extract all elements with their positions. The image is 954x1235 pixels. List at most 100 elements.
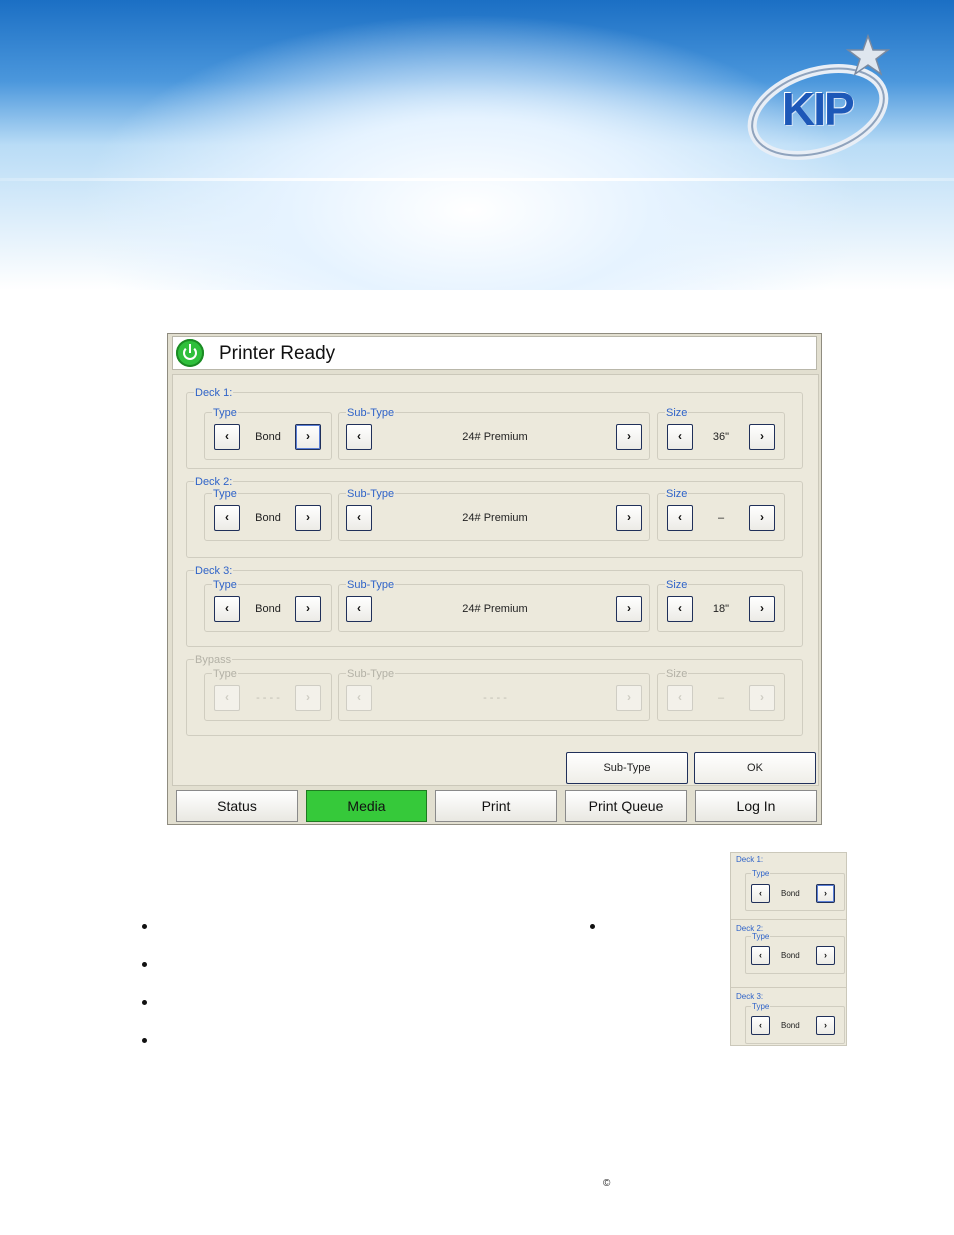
tab-status[interactable]: Status — [176, 790, 298, 822]
type-value: - - - - — [256, 692, 280, 704]
subtype-prev-button[interactable]: ‹ — [346, 596, 372, 622]
subtype-prev-button: ‹ — [346, 685, 372, 711]
type-prev-button[interactable]: ‹ — [751, 1016, 770, 1035]
bullet-point — [142, 1038, 147, 1043]
subtype-next-button[interactable]: › — [616, 424, 642, 450]
bullet-point — [142, 962, 147, 967]
deck-1-group: Deck 1: Type ‹ Bond › Sub-Type ‹ 24# Pre… — [186, 387, 803, 469]
size-value: 36" — [712, 431, 730, 443]
size-label: Size — [665, 488, 689, 500]
type-next-button[interactable]: › — [816, 884, 835, 903]
deck-3-group: Deck 3: Type ‹ Bond › Sub-Type ‹ 24# Pre… — [186, 565, 803, 647]
subtype-prev-button[interactable]: ‹ — [346, 424, 372, 450]
type-value: Bond — [781, 889, 800, 898]
type-value: Bond — [781, 1021, 800, 1030]
tab-print-queue[interactable]: Print Queue — [565, 790, 687, 822]
size-prev-button[interactable]: ‹ — [667, 596, 693, 622]
deck-label: Deck 2: — [194, 476, 234, 488]
bypass-group: Bypass Type ‹ - - - - › Sub-Type ‹ - - -… — [186, 654, 803, 736]
subtype-group: Sub-Type ‹ - - - - › — [338, 668, 650, 721]
size-label: Size — [665, 668, 689, 680]
type-group: Type ‹ Bond › — [745, 869, 845, 911]
type-next-button[interactable]: › — [816, 1016, 835, 1035]
type-next-button[interactable]: › — [816, 946, 835, 965]
deck-2-group: Deck 2: Type ‹ Bond › Sub-Type ‹ 24# Pre… — [186, 476, 803, 558]
type-prev-button[interactable]: ‹ — [214, 596, 240, 622]
power-icon[interactable] — [176, 339, 204, 367]
type-prev-button[interactable]: ‹ — [214, 505, 240, 531]
divider — [731, 919, 846, 920]
size-group: Size ‹ – › — [657, 488, 785, 541]
type-label: Type — [212, 579, 238, 591]
media-panel: Deck 1: Type ‹ Bond › Sub-Type ‹ 24# Pre… — [172, 374, 819, 786]
type-group: Type ‹ - - - - › — [204, 668, 332, 721]
deck-label: Deck 3: — [735, 992, 765, 1001]
subtype-value: - - - - — [483, 692, 507, 704]
type-next-button[interactable]: › — [295, 505, 321, 531]
type-prev-button[interactable]: ‹ — [214, 424, 240, 450]
size-label: Size — [665, 579, 689, 591]
size-group: Size ‹ 36" › — [657, 407, 785, 460]
tab-log-in[interactable]: Log In — [695, 790, 817, 822]
type-prev-button[interactable]: ‹ — [751, 946, 770, 965]
type-prev-button: ‹ — [214, 685, 240, 711]
type-value: Bond — [255, 512, 281, 524]
type-group: Type ‹ Bond › — [745, 932, 845, 974]
type-prev-button[interactable]: ‹ — [751, 884, 770, 903]
type-label: Type — [212, 407, 238, 419]
deck-type-thumbnail: Deck 1: Type ‹ Bond › Deck 2: Type ‹ Bon… — [730, 852, 847, 1046]
header-banner: KIP — [0, 0, 954, 290]
type-label: Type — [212, 668, 238, 680]
tab-print[interactable]: Print — [435, 790, 557, 822]
subtype-group: Sub-Type ‹ 24# Premium › — [338, 579, 650, 632]
copyright-symbol: © — [603, 1178, 611, 1189]
size-next-button[interactable]: › — [749, 596, 775, 622]
size-prev-button: ‹ — [667, 685, 693, 711]
subtype-value: 24# Premium — [462, 512, 528, 524]
type-next-button: › — [295, 685, 321, 711]
subtype-value: 24# Premium — [462, 603, 528, 615]
subtype-label: Sub-Type — [346, 579, 396, 591]
subtype-prev-button[interactable]: ‹ — [346, 505, 372, 531]
type-group: Type ‹ Bond › — [204, 488, 332, 541]
deck-label: Deck 3: — [194, 565, 234, 577]
subtype-label: Sub-Type — [346, 668, 396, 680]
subtype-group: Sub-Type ‹ 24# Premium › — [338, 488, 650, 541]
tab-media[interactable]: Media — [306, 790, 427, 822]
subtype-next-button: › — [616, 685, 642, 711]
type-label: Type — [751, 932, 771, 941]
subtype-next-button[interactable]: › — [616, 505, 642, 531]
type-next-button[interactable]: › — [295, 596, 321, 622]
size-prev-button[interactable]: ‹ — [667, 505, 693, 531]
subtype-button[interactable]: Sub-Type — [566, 752, 688, 784]
type-value: Bond — [255, 431, 281, 443]
size-value: – — [717, 512, 725, 524]
type-value: Bond — [781, 951, 800, 960]
printer-media-screen: Printer Ready Deck 1: Type ‹ Bond › Sub-… — [167, 333, 822, 825]
size-group: Size ‹ 18" › — [657, 579, 785, 632]
size-next-button[interactable]: › — [749, 505, 775, 531]
size-prev-button[interactable]: ‹ — [667, 424, 693, 450]
bullet-point — [590, 924, 595, 929]
subtype-value: 24# Premium — [462, 431, 528, 443]
type-group: Type ‹ Bond › — [204, 579, 332, 632]
deck-label: Deck 1: — [735, 855, 765, 864]
subtype-label: Sub-Type — [346, 407, 396, 419]
size-label: Size — [665, 407, 689, 419]
size-next-button: › — [749, 685, 775, 711]
type-label: Type — [212, 488, 238, 500]
bullet-point — [142, 1000, 147, 1005]
type-group: Type ‹ Bond › — [204, 407, 332, 460]
type-value: Bond — [255, 603, 281, 615]
size-next-button[interactable]: › — [749, 424, 775, 450]
type-label: Type — [751, 869, 771, 878]
printer-status-title: Printer Ready — [219, 343, 336, 364]
deck-label: Bypass — [194, 654, 233, 666]
size-group: Size ‹ – › — [657, 668, 785, 721]
type-next-button[interactable]: › — [295, 424, 321, 450]
size-value: – — [717, 692, 725, 704]
deck-label: Deck 1: — [194, 387, 234, 399]
logo-text: KIP — [782, 83, 855, 135]
ok-button[interactable]: OK — [694, 752, 816, 784]
subtype-next-button[interactable]: › — [616, 596, 642, 622]
